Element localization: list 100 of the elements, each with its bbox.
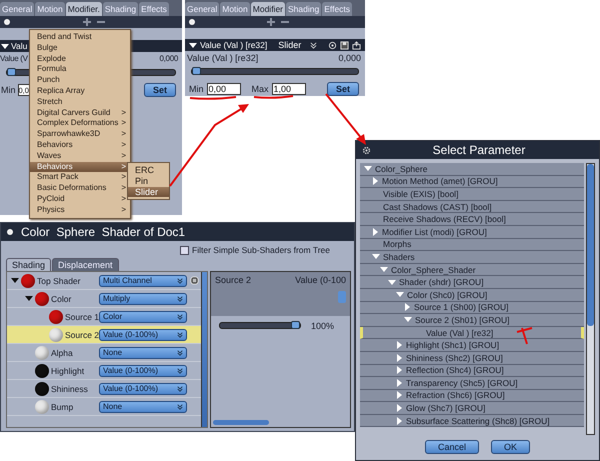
shader-type-dropdown[interactable]: None [99,346,187,358]
max-field[interactable]: 1,00 [272,82,306,95]
plus-icon[interactable] [267,18,275,26]
panel-tab[interactable]: Motion [35,2,65,16]
shader-row[interactable]: Source 2 Value (0-100%) [7,326,201,344]
parameter-row[interactable]: Transparency (Shc5) [GROU] [360,377,584,390]
min-label: Min [189,84,204,94]
parameter-row[interactable]: Shaders [360,251,584,264]
shader-row[interactable]: Bump None [7,398,201,416]
panel-tab[interactable]: Effects [139,2,169,16]
parameter-row[interactable]: Reflection (Shc4) [GROU] [360,364,584,378]
slider-thumb[interactable] [290,321,300,329]
menu-item[interactable]: Sparrowhawke3D > [30,129,130,140]
parameter-row[interactable]: Subsurface Scattering (Shc8) [GROU] [360,414,584,428]
dialog-button[interactable]: OK [491,440,530,454]
scrollbar[interactable] [586,163,595,435]
menu-item[interactable]: ERC [128,165,169,176]
menu-item[interactable]: Physics > [30,204,130,216]
parameter-row[interactable]: Refraction (Shc6) [GROU] [360,390,584,402]
target-icon[interactable] [328,40,337,50]
parameter-row[interactable]: Color (Shc0) [GROU] [360,288,584,302]
parameter-row[interactable]: Visible (EXIS) [bool] [360,188,584,201]
panel-tab[interactable]: General [185,2,220,16]
save-icon[interactable] [340,40,349,50]
parameter-row[interactable]: Source 2 (Sh01) [GROU] [360,314,584,327]
menu-item-label: Sparrowhawke3D [37,129,100,140]
minus-icon[interactable] [97,18,105,26]
parameter-row[interactable]: Color_Sphere [360,163,584,176]
parameter-row[interactable]: Glow (Shc7) [GROU] [360,402,584,415]
menu-item[interactable]: Replica Array [30,86,130,97]
parameter-row[interactable]: Modifier List (modi) [GROU] [360,226,584,239]
chevron-icon[interactable] [310,42,317,49]
panel-tab[interactable]: General [0,2,34,16]
menu-item[interactable]: PyCloid > [30,194,130,205]
dialog-button[interactable]: Cancel [424,440,479,454]
menu-item[interactable]: Basic Deformations > [30,183,130,194]
shader-type-dropdown[interactable]: Value (0-100%) [99,382,187,394]
menu-item[interactable]: Complex Deformations > [30,118,130,130]
menu-item[interactable]: Explode [30,54,130,64]
panel-tab[interactable]: Effects [322,2,352,16]
window-title: Color Sphere Shader of Doc1 [21,225,186,239]
menu-item[interactable]: Smart Pack > [30,172,130,184]
settings-icon[interactable] [362,146,371,154]
parameter-row[interactable]: Value (Val ) [re32] [360,326,584,340]
checkbox[interactable] [180,246,190,254]
shader-type-dropdown[interactable]: Multiply [99,292,187,304]
shader-row[interactable]: Top Shader Multi Channel [7,272,201,290]
shader-row[interactable]: Shininess Value (0-100%) [7,380,201,398]
shader-type-dropdown[interactable]: Multi Channel [99,274,187,286]
parameter-row[interactable]: Shader (shdr) [GROU] [360,276,584,289]
panel-tab[interactable]: Modifier. [66,2,102,16]
set-button[interactable]: Set [144,83,176,97]
parameter-row[interactable]: Cast Shadows (CAST) [bool] [360,200,584,214]
parameter-name: Glow (Shc7) [GROU] [406,403,486,414]
shader-row[interactable]: Alpha None [7,344,201,362]
parameter-row[interactable]: Highlight (Shc1) [GROU] [360,339,584,352]
shader-type-dropdown[interactable]: None [99,400,187,412]
parameter-row[interactable]: Motion Method (amet) [GROU] [360,176,584,188]
menu-item[interactable]: Punch [30,75,130,86]
slider-thumb[interactable] [192,67,201,76]
chevron-icon [177,296,183,302]
menu-item[interactable]: Stretch [30,96,130,108]
export-icon[interactable] [352,40,361,50]
menu-item[interactable]: Slider [128,186,169,198]
menu-item[interactable]: Pin [128,176,169,187]
parameter-row[interactable]: Morphs [360,238,584,252]
parameter-row[interactable]: Color_Sphere_Shader [360,264,584,276]
dot-icon[interactable] [4,19,10,25]
menu-item[interactable]: Formula [30,64,130,76]
parameter-row[interactable]: Shininess (Shc2) [GROU] [360,352,584,364]
parameter-row[interactable]: Receive Shadows (RECV) [bool] [360,213,584,226]
options-icon[interactable] [190,276,198,285]
panel-tab[interactable]: Shading [102,2,138,16]
panel-tab[interactable]: Shading [286,2,322,16]
plus-icon[interactable] [83,18,91,26]
shader-tab[interactable]: Shading [6,258,52,271]
submenu-arrow: > [121,140,126,151]
menu-item[interactable]: Behaviors > [30,162,130,172]
shader-tab[interactable]: Displacement [52,258,119,271]
dot-icon[interactable] [7,229,13,235]
scrollbar[interactable] [201,272,207,427]
parameter-row[interactable]: Source 1 (Sh00) [GROU] [360,302,584,314]
parameter-name: Source 1 (Sh00) [GROU] [414,302,508,312]
shader-type-dropdown[interactable]: Value (0-100%) [99,364,187,376]
menu-item[interactable]: Digital Carvers Guild > [30,108,130,118]
min-field[interactable]: 0,00 [206,82,241,95]
menu-item[interactable]: Bulge [30,42,130,54]
panel-tab[interactable]: Modifier [250,2,285,16]
dot-icon[interactable] [189,18,195,25]
shader-row[interactable]: Color Multiply [7,290,201,308]
shader-type-dropdown[interactable]: Value (0-100%) [99,328,187,340]
shader-row[interactable]: Highlight Value (0-100%) [7,362,201,380]
panel-tab[interactable]: Motion [220,2,250,16]
scrollbar[interactable] [213,420,269,425]
menu-item[interactable]: Waves > [30,150,130,162]
slider-thumb[interactable] [7,68,16,76]
set-button[interactable]: Set [326,82,359,96]
menu-item[interactable]: Behaviors > [30,140,130,151]
menu-item[interactable]: Bend and Twist [30,32,130,43]
shader-type-dropdown[interactable]: Color [99,310,187,322]
